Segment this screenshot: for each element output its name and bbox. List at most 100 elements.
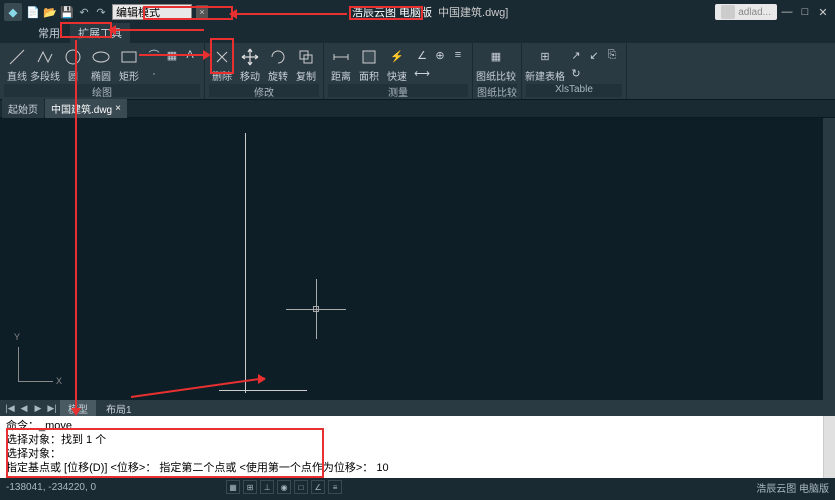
tab-extend[interactable]: 扩展工具 — [70, 23, 130, 43]
search-input[interactable]: 编辑模式 — [112, 4, 192, 20]
snap-toggle[interactable]: ▦ — [226, 480, 240, 494]
drawing-canvas[interactable]: X Y — [0, 118, 835, 400]
compare-button[interactable]: ▦图纸比较 — [477, 45, 515, 84]
quick-icon: ⚡ — [387, 47, 407, 67]
rect-icon — [119, 47, 139, 67]
copy-icon — [296, 47, 316, 67]
new-icon[interactable]: 📄 — [26, 5, 40, 19]
ribbon-group-table: ⊞新建表格 ↗ ↙ ⎘ ↻ XlsTable — [522, 43, 627, 99]
drawing-line-vertical — [245, 133, 246, 393]
delete-icon — [212, 47, 232, 67]
model-tab[interactable]: 模型 — [60, 400, 96, 417]
rotate-button[interactable]: 旋转 — [265, 45, 291, 84]
status-brand: 浩辰云图 电脑版 — [756, 480, 829, 495]
list-icon[interactable]: ≡ — [450, 47, 466, 63]
import-icon[interactable]: ↙ — [586, 47, 602, 63]
window-controls: adlad... — □ ✕ — [715, 4, 831, 20]
distance-icon — [331, 47, 351, 67]
command-window[interactable]: 命令：_move 选择对象：找到 1 个 选择对象： 指定基点或 [位移(D)]… — [0, 416, 835, 478]
cmd-scrollbar[interactable] — [823, 416, 835, 478]
nav-first-icon[interactable]: |◀ — [4, 402, 16, 414]
move-button[interactable]: 移动 — [237, 45, 263, 84]
doctab-active[interactable]: 中国建筑.dwg× — [45, 99, 127, 118]
text-icon[interactable]: A — [182, 47, 198, 63]
move-icon — [240, 47, 260, 67]
ellipse-button[interactable]: 椭圆 — [88, 45, 114, 84]
id-icon[interactable]: ⊕ — [432, 47, 448, 63]
avatar-icon — [721, 5, 735, 19]
user-label: adlad... — [738, 7, 771, 18]
otrack-toggle[interactable]: ∠ — [311, 480, 325, 494]
cmd-line: 选择对象： — [6, 447, 829, 461]
close-button[interactable]: ✕ — [815, 5, 831, 19]
redo-icon[interactable]: ↷ — [94, 5, 108, 19]
newtable-button[interactable]: ⊞新建表格 — [526, 45, 564, 84]
angle-icon[interactable]: ∠ — [414, 47, 430, 63]
grid-toggle[interactable]: ⊞ — [243, 480, 257, 494]
rotate-icon — [268, 47, 288, 67]
menu-tabs: 常用 扩展工具 — [0, 24, 835, 42]
area-icon — [359, 47, 379, 67]
open-icon[interactable]: 📂 — [43, 5, 57, 19]
line-button[interactable]: 直线 — [4, 45, 30, 84]
status-coords: -138041, -234220, 0 — [6, 482, 96, 493]
scrollbar-vertical[interactable] — [823, 118, 835, 400]
point-icon[interactable]: · — [146, 66, 162, 82]
group-label-compare: 图纸比较 — [477, 84, 517, 97]
minimize-button[interactable]: — — [779, 5, 795, 19]
arc-icon[interactable]: ⌒ — [146, 47, 162, 63]
status-bar: -138041, -234220, 0 ▦ ⊞ ⊥ ◉ □ ∠ ≡ 浩辰云图 电… — [0, 478, 835, 496]
quick-button[interactable]: ⚡快速 — [384, 45, 410, 84]
group-label-xlstable: XlsTable — [526, 84, 622, 97]
search-clear-button[interactable]: × — [196, 5, 208, 19]
dim-icon[interactable]: ⟷ — [414, 66, 430, 82]
app-logo[interactable]: ◆ — [4, 3, 22, 21]
delete-button[interactable]: 删除 — [209, 45, 235, 84]
area-button[interactable]: 面积 — [356, 45, 382, 84]
layout1-tab[interactable]: 布局1 — [98, 400, 140, 417]
cmd-line: 命令：_move — [6, 419, 829, 433]
group-label-measure: 测量 — [328, 84, 468, 97]
user-badge[interactable]: adlad... — [715, 4, 777, 20]
ribbon-group-modify: 删除 移动 旋转 复制 修改 — [205, 43, 324, 99]
quick-access-toolbar: 📄 📂 💾 ↶ ↷ — [26, 5, 108, 19]
lwt-toggle[interactable]: ≡ — [328, 480, 342, 494]
nav-prev-icon[interactable]: ◀ — [18, 402, 30, 414]
app-title: 浩辰云图 电脑版 — [352, 4, 432, 20]
table-small-icons: ↗ ↙ ⎘ ↻ — [566, 45, 622, 84]
circle-button[interactable]: 圆 — [60, 45, 86, 84]
rect-button[interactable]: 矩形 — [116, 45, 142, 84]
ribbon-group-compare: ▦图纸比较 图纸比较 — [473, 43, 522, 99]
distance-button[interactable]: 距离 — [328, 45, 354, 84]
nav-last-icon[interactable]: ▶| — [46, 402, 58, 414]
ucs-icon: X Y — [18, 342, 58, 382]
drawing-line-horizontal — [219, 390, 307, 391]
refresh-icon[interactable]: ↻ — [568, 66, 584, 82]
layout-tabs: |◀ ◀ ▶ ▶| 模型 布局1 — [0, 400, 835, 416]
nav-next-icon[interactable]: ▶ — [32, 402, 44, 414]
circle-icon — [63, 47, 83, 67]
undo-icon[interactable]: ↶ — [77, 5, 91, 19]
copy-button[interactable]: 复制 — [293, 45, 319, 84]
ortho-toggle[interactable]: ⊥ — [260, 480, 274, 494]
polar-toggle[interactable]: ◉ — [277, 480, 291, 494]
maximize-button[interactable]: □ — [797, 5, 813, 19]
ribbon-group-draw: 直线 多段线 圆 椭圆 矩形 ⌒ ▦ A · 绘图 — [0, 43, 205, 99]
link-icon[interactable]: ⎘ — [604, 47, 620, 63]
ribbon: 直线 多段线 圆 椭圆 矩形 ⌒ ▦ A · 绘图 删除 移动 旋转 复制 修改… — [0, 42, 835, 100]
status-toggles: ▦ ⊞ ⊥ ◉ □ ∠ ≡ — [226, 480, 342, 494]
doctab-close-icon[interactable]: × — [115, 103, 121, 114]
hatch-icon[interactable]: ▦ — [164, 47, 180, 63]
tab-common[interactable]: 常用 — [30, 23, 68, 43]
line-icon — [7, 47, 27, 67]
osnap-toggle[interactable]: □ — [294, 480, 308, 494]
save-icon[interactable]: 💾 — [60, 5, 74, 19]
compare-icon: ▦ — [486, 47, 506, 67]
export-icon[interactable]: ↗ — [568, 47, 584, 63]
draw-small-icons: ⌒ ▦ A · — [144, 45, 200, 84]
table-icon: ⊞ — [535, 47, 555, 67]
doctab-start[interactable]: 起始页 — [2, 99, 44, 118]
polyline-button[interactable]: 多段线 — [32, 45, 58, 84]
doc-title: 中国建筑.dwg] — [438, 4, 508, 20]
crosshair-pickbox — [313, 306, 319, 312]
